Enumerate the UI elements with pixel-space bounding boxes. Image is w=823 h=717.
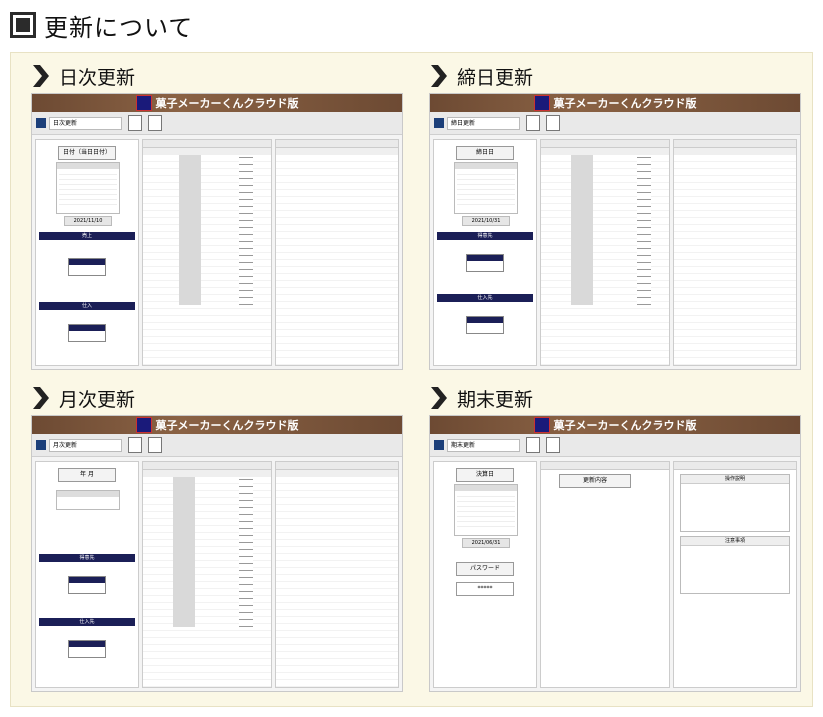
month-picker[interactable] xyxy=(56,490,120,510)
app-banner: 菓子メーカーくんクラウド版 xyxy=(32,416,402,434)
caution-info: 注意事項 xyxy=(680,536,790,594)
parameter-pane: 決算日 2021/06/31 パスワード ***** xyxy=(433,461,537,688)
close-button[interactable] xyxy=(546,115,560,131)
customer-bar: 得意先 xyxy=(437,232,533,240)
window-icon xyxy=(434,440,444,450)
update-content-title: 更新内容 xyxy=(559,474,631,488)
instructions-pane: 操作説明 注意事項 xyxy=(673,461,797,688)
app-banner: 菓子メーカーくんクラウド版 xyxy=(430,416,800,434)
update-button[interactable] xyxy=(128,115,142,131)
password-label: パスワード xyxy=(456,562,514,576)
screenshot-period: 菓子メーカーくんクラウド版 期末更新 決算日 2021/06/31 パスワード … xyxy=(429,415,801,692)
close-button[interactable] xyxy=(148,115,162,131)
section-monthly: 月次更新 菓子メーカーくんクラウド版 月次更新 年 月 得意先 仕入先 xyxy=(31,385,403,695)
info-title: 操作説明 xyxy=(681,475,789,484)
chevron-icon xyxy=(429,63,451,89)
square-icon xyxy=(10,12,36,38)
section-label: 期末更新 xyxy=(457,388,534,411)
supplier-bar: 仕入先 xyxy=(437,294,533,302)
parameter-pane: 締日日 2021/10/31 得意先 仕入先 xyxy=(433,139,537,366)
section-label: 月次更新 xyxy=(59,388,136,411)
app-banner-title: 菓子メーカーくんクラウド版 xyxy=(155,97,299,110)
supplier-bar: 仕入先 xyxy=(39,618,135,626)
window-title: 締日更新 xyxy=(447,116,520,130)
close-button[interactable] xyxy=(148,437,162,453)
section-label: 締日更新 xyxy=(457,66,534,89)
update-content: 更新内容 xyxy=(540,461,670,688)
count-box xyxy=(68,576,106,594)
purchase-bar: 仕入 xyxy=(39,302,135,310)
update-button[interactable] xyxy=(526,115,540,131)
window-title: 日次更新 xyxy=(49,116,122,130)
window-title: 月次更新 xyxy=(49,438,122,452)
customer-bar: 得意先 xyxy=(39,554,135,562)
content-panel: 日次更新 菓子メーカーくんクラウド版 日次更新 日付（当日日付） 2021/11… xyxy=(10,52,813,707)
app-banner: 菓子メーカーくんクラウド版 xyxy=(32,94,402,112)
window-icon xyxy=(36,118,46,128)
section-daily: 日次更新 菓子メーカーくんクラウド版 日次更新 日付（当日日付） 2021/11… xyxy=(31,63,403,373)
app-logo-icon xyxy=(533,417,550,433)
page-title: 更新について xyxy=(44,13,194,42)
purchase-list xyxy=(275,139,399,366)
count-box xyxy=(68,324,106,342)
window-title: 期末更新 xyxy=(447,438,520,452)
section-label: 日次更新 xyxy=(59,66,136,89)
app-logo-icon xyxy=(135,95,152,111)
section-closing: 締日更新 菓子メーカーくんクラウド版 締日更新 締日日 2021/10/31 得… xyxy=(429,63,801,373)
toolbar: 月次更新 xyxy=(32,434,402,457)
count-box xyxy=(466,254,504,272)
toolbar: 締日更新 xyxy=(430,112,800,135)
param-title: 決算日 xyxy=(456,468,514,482)
screenshot-daily: 菓子メーカーくんクラウド版 日次更新 日付（当日日付） 2021/11/10 売… xyxy=(31,93,403,370)
info-title: 注意事項 xyxy=(681,537,789,546)
app-banner-title: 菓子メーカーくんクラウド版 xyxy=(553,97,697,110)
app-banner: 菓子メーカーくんクラウド版 xyxy=(430,94,800,112)
count-box xyxy=(68,258,106,276)
customer-list xyxy=(142,461,272,688)
count-box xyxy=(466,316,504,334)
window-icon xyxy=(434,118,444,128)
customer-list xyxy=(540,139,670,366)
sales-list xyxy=(142,139,272,366)
operation-info: 操作説明 xyxy=(680,474,790,532)
app-logo-icon xyxy=(533,95,550,111)
date-value[interactable]: 2021/10/31 xyxy=(462,216,510,226)
screenshot-monthly: 菓子メーカーくんクラウド版 月次更新 年 月 得意先 仕入先 xyxy=(31,415,403,692)
calendar[interactable] xyxy=(56,162,120,214)
chevron-icon xyxy=(429,385,451,411)
window-icon xyxy=(36,440,46,450)
calendar[interactable] xyxy=(454,162,518,214)
parameter-pane: 年 月 得意先 仕入先 xyxy=(35,461,139,688)
param-title: 締日日 xyxy=(456,146,514,160)
page-header: 更新について xyxy=(10,10,194,42)
toolbar: 期末更新 xyxy=(430,434,800,457)
screenshot-closing: 菓子メーカーくんクラウド版 締日更新 締日日 2021/10/31 得意先 仕入… xyxy=(429,93,801,370)
calendar[interactable] xyxy=(454,484,518,536)
password-field[interactable]: ***** xyxy=(456,582,514,596)
count-box xyxy=(68,640,106,658)
date-value[interactable]: 2021/11/10 xyxy=(64,216,112,226)
toolbar: 日次更新 xyxy=(32,112,402,135)
update-button[interactable] xyxy=(526,437,540,453)
app-logo-icon xyxy=(135,417,152,433)
close-button[interactable] xyxy=(546,437,560,453)
supplier-list xyxy=(275,461,399,688)
param-title: 日付（当日日付） xyxy=(58,146,116,160)
chevron-icon xyxy=(31,385,53,411)
app-banner-title: 菓子メーカーくんクラウド版 xyxy=(155,419,299,432)
chevron-icon xyxy=(31,63,53,89)
app-banner-title: 菓子メーカーくんクラウド版 xyxy=(553,419,697,432)
section-period: 期末更新 菓子メーカーくんクラウド版 期末更新 決算日 2021/06/31 パ… xyxy=(429,385,801,695)
update-button[interactable] xyxy=(128,437,142,453)
parameter-pane: 日付（当日日付） 2021/11/10 売上 仕入 xyxy=(35,139,139,366)
param-title: 年 月 xyxy=(58,468,116,482)
sales-bar: 売上 xyxy=(39,232,135,240)
date-value[interactable]: 2021/06/31 xyxy=(462,538,510,548)
supplier-list xyxy=(673,139,797,366)
